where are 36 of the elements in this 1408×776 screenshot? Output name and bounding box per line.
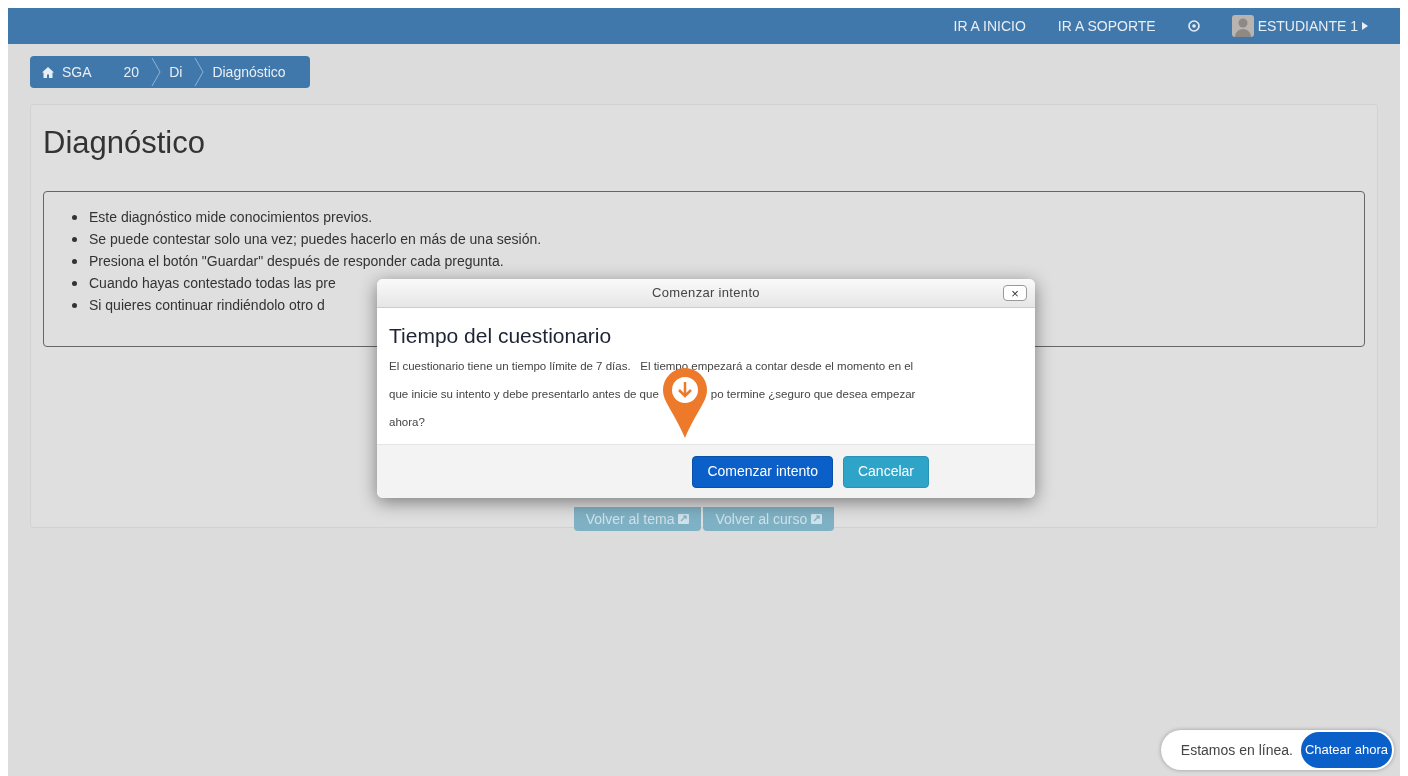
nav-link[interactable]: IR A INICIO — [953, 15, 1026, 37]
avatar-icon — [1231, 15, 1254, 37]
dialog-heading: Tiempo del cuestionario — [389, 323, 613, 349]
external-link-icon — [811, 514, 823, 524]
home-icon — [42, 66, 54, 78]
nav-link[interactable]: IR A SOPORTE — [1057, 15, 1156, 37]
breadcrumb-link[interactable]: Diagnóstico — [212, 61, 286, 83]
instruction-text: Si quieres continuar rindiéndolo otro d — [89, 296, 325, 315]
caret-icon — [1362, 22, 1368, 30]
chevron-icon — [151, 57, 162, 87]
chevron-icon — [194, 57, 205, 87]
user-name[interactable]: ESTUDIANTE 1 — [1257, 15, 1358, 37]
close-button[interactable]: × — [1003, 285, 1027, 301]
dialog-text: ahora? — [389, 415, 426, 430]
bullet-icon — [72, 302, 77, 308]
start-button[interactable]: Comenzar intento — [692, 455, 833, 488]
chat-status: Estamos en línea. — [1180, 740, 1293, 760]
instruction-text: Se puede contestar solo una vez; puedes hacerlo en más de una sesión. — [89, 230, 542, 249]
breadcrumb-link[interactable]: 20 — [123, 61, 140, 83]
dialog-text: po termine ¿seguro que desea empezar — [710, 387, 916, 402]
instruction-text: Este diagnóstico mide conocimientos previos. — [89, 208, 373, 227]
dialog-text: que inicie su intento y debe presentarlo antes de que — [389, 387, 659, 402]
page-title: Diagnóstico — [43, 124, 206, 162]
cancel-button[interactable]: Cancelar — [842, 455, 929, 488]
breadcrumb-link[interactable]: Di — [169, 61, 183, 83]
bullet-icon — [72, 280, 77, 286]
instruction-text: Cuando hayas contestado todas las pre — [89, 274, 336, 293]
external-link-icon — [678, 514, 690, 524]
power-icon[interactable] — [1187, 20, 1200, 32]
dialog-title: Comenzar intento — [652, 284, 760, 303]
instruction-text: Presiona el botón "Guardar" después de responder cada pregunta. — [89, 252, 504, 271]
bullet-icon — [72, 236, 77, 242]
chat-button[interactable]: Chatear ahora — [1300, 732, 1392, 768]
bullet-icon — [72, 214, 77, 220]
breadcrumb-link[interactable]: SGA — [62, 61, 92, 83]
bullet-icon — [72, 258, 77, 264]
